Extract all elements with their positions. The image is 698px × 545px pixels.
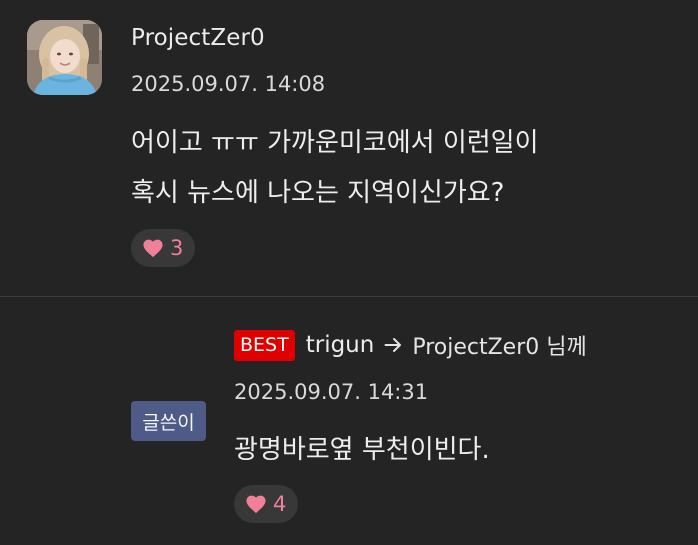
- comment-timestamp: 2025.09.07. 14:08: [131, 72, 326, 96]
- arrow-right-icon: [384, 338, 402, 352]
- comment-body-line: 혹시 뉴스에 나오는 지역이신가요?: [131, 178, 505, 208]
- reply-body: 광명바로옆 부천이빈다.: [234, 435, 490, 465]
- like-button[interactable]: 4: [234, 485, 299, 523]
- reply-timestamp: 2025.09.07. 14:31: [234, 380, 429, 404]
- comment-body-line: 어이고 ㅠㅠ 가까운미코에서 이런일이: [131, 128, 539, 158]
- avatar[interactable]: [27, 20, 102, 95]
- avatar-image: [27, 20, 102, 95]
- like-count: 3: [170, 236, 184, 260]
- heart-icon: [246, 495, 266, 514]
- reply-header: BEST trigun ProjectZer0 님께: [234, 329, 587, 361]
- comment-item: ProjectZer0 2025.09.07. 14:08 어이고 ㅠㅠ 가까운…: [0, 0, 698, 296]
- reply-target[interactable]: ProjectZer0 님께: [412, 329, 586, 361]
- heart-icon: [143, 239, 163, 258]
- divider: [0, 296, 698, 297]
- like-button[interactable]: 3: [131, 229, 196, 267]
- reply-author[interactable]: trigun: [306, 332, 375, 358]
- like-count: 4: [273, 492, 287, 516]
- writer-badge: 글쓴이: [131, 401, 206, 441]
- best-badge: BEST: [234, 329, 295, 361]
- comment-author[interactable]: ProjectZer0: [131, 25, 265, 51]
